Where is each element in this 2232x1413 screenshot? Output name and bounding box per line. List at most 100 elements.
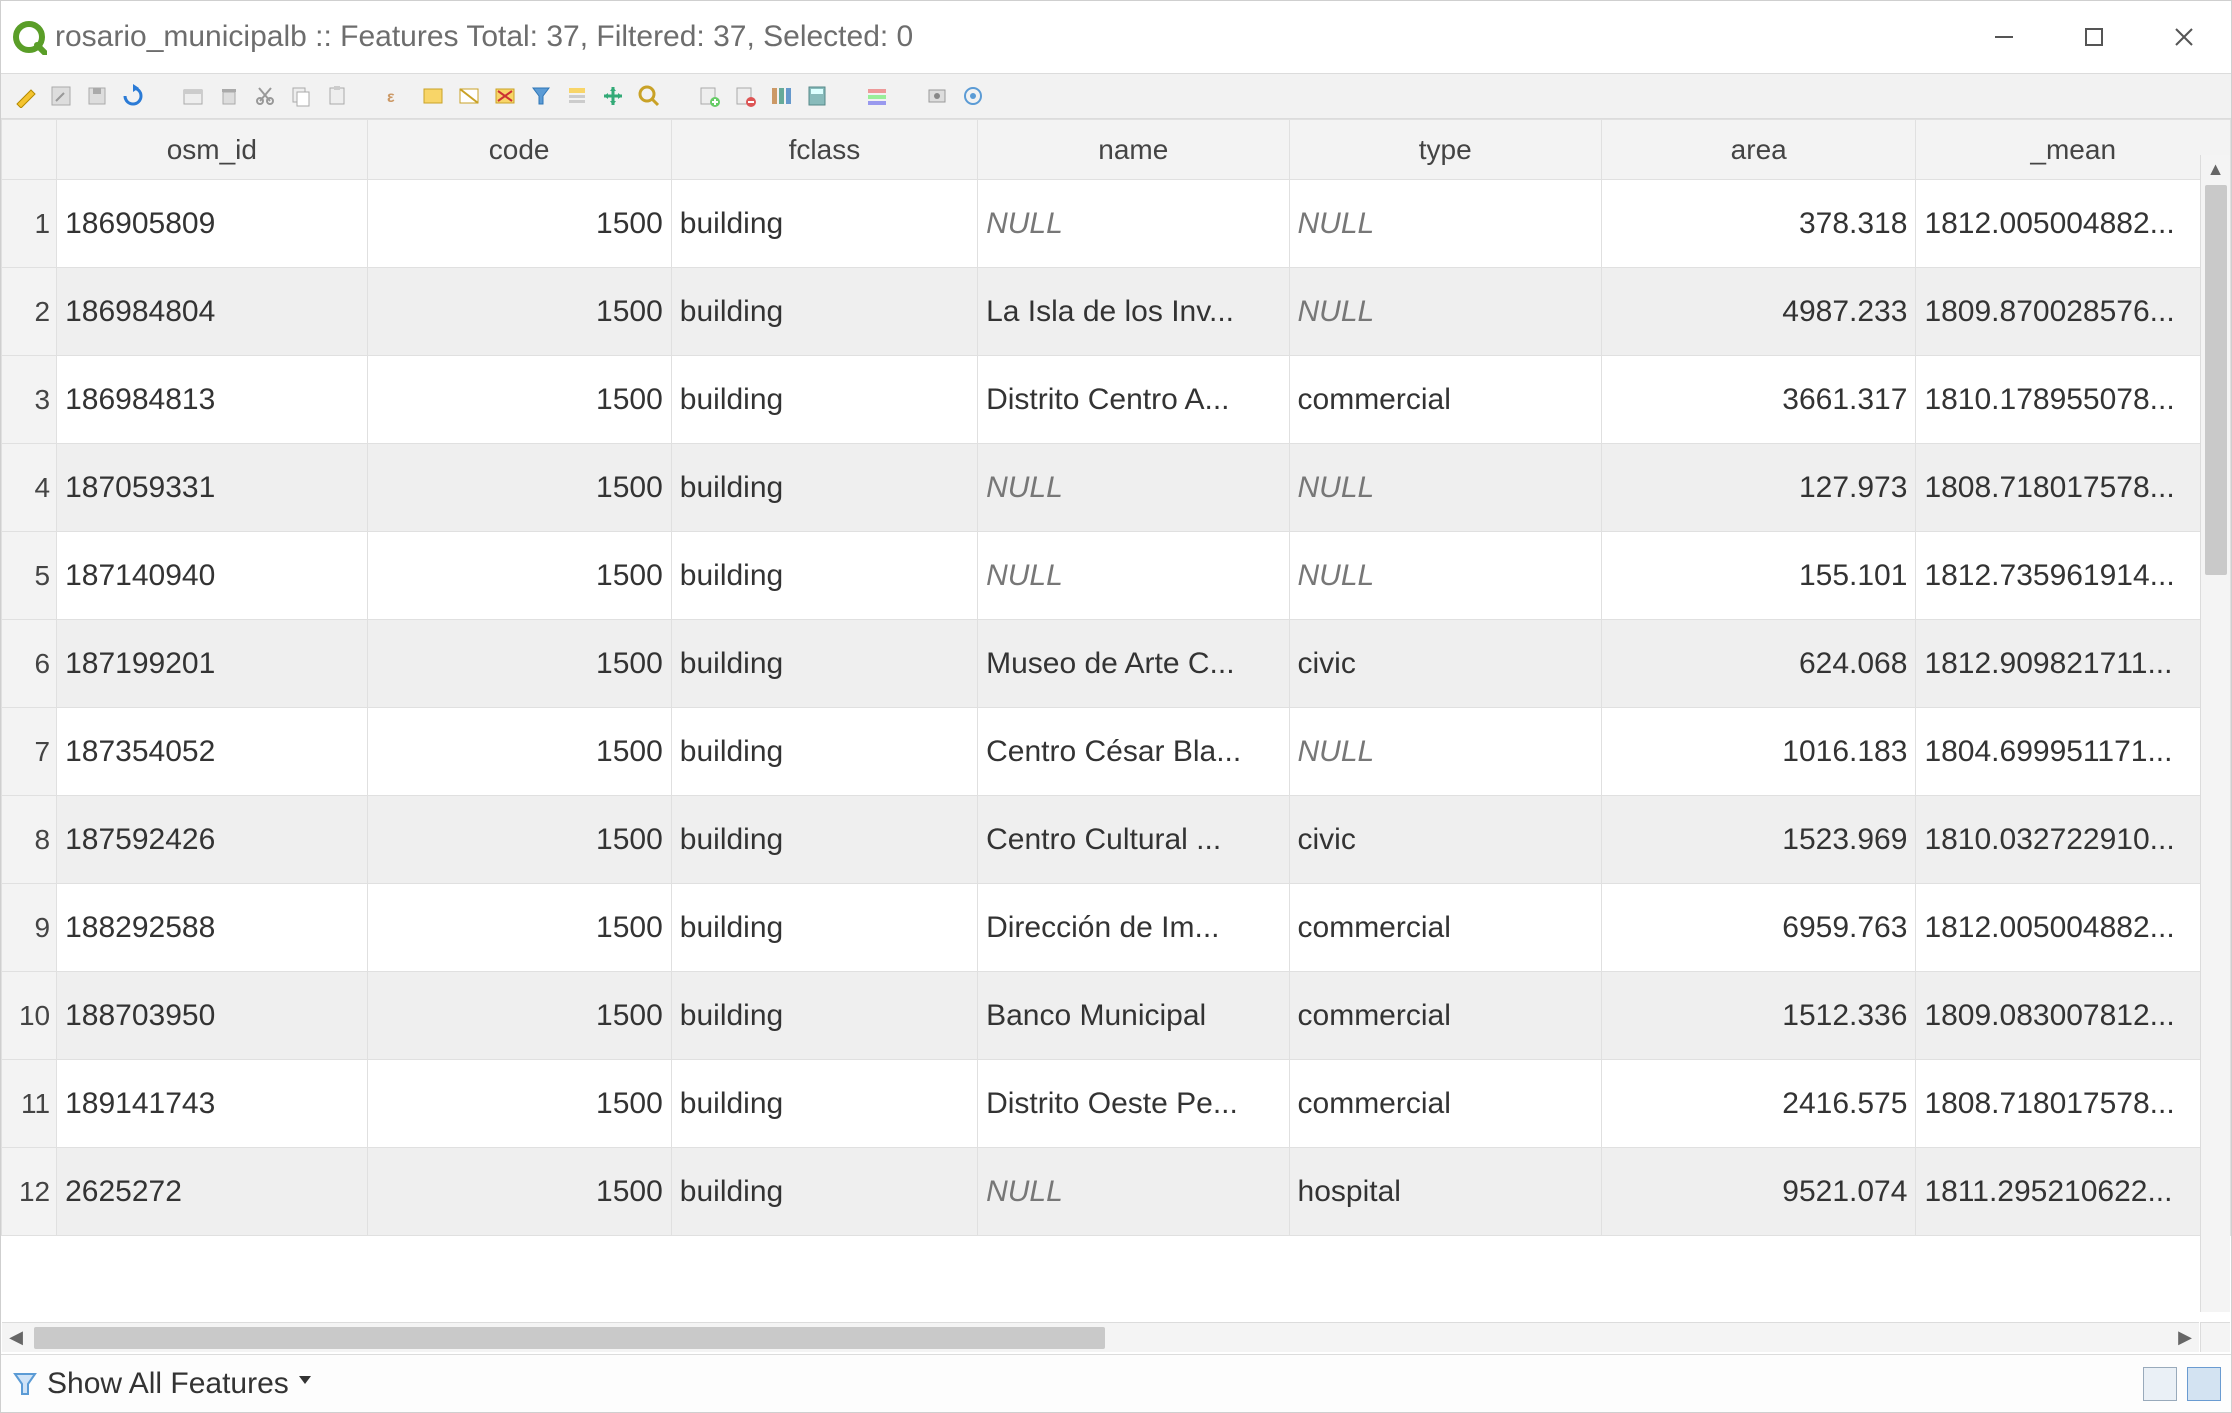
table-row[interactable]: 41870593311500buildingNULLNULL127.973180… xyxy=(2,444,2231,532)
attribute-table[interactable]: osm_id code fclass name type area _mean … xyxy=(1,119,2231,1236)
new-field-icon[interactable] xyxy=(695,82,723,110)
reload-icon[interactable] xyxy=(119,82,147,110)
cell-code[interactable]: 1500 xyxy=(367,1060,671,1148)
cell-type[interactable]: civic xyxy=(1289,796,1601,884)
table-row[interactable]: 31869848131500buildingDistrito Centro A.… xyxy=(2,356,2231,444)
cell-type[interactable]: NULL xyxy=(1289,444,1601,532)
cell-area[interactable]: 378.318 xyxy=(1601,180,1915,268)
table-row[interactable]: 101887039501500buildingBanco Municipalco… xyxy=(2,972,2231,1060)
toggle-editing-icon[interactable] xyxy=(11,82,39,110)
cell-mean[interactable]: 1810.178955078... xyxy=(1916,356,2231,444)
row-header[interactable]: 3 xyxy=(2,356,57,444)
form-view-button[interactable] xyxy=(2143,1367,2177,1401)
cell-mean[interactable]: 1810.032722910... xyxy=(1916,796,2231,884)
cell-area[interactable]: 1523.969 xyxy=(1601,796,1915,884)
cell-osm_id[interactable]: 187140940 xyxy=(57,532,367,620)
cell-name[interactable]: Dirección de Im... xyxy=(978,884,1289,972)
cell-osm_id[interactable]: 189141743 xyxy=(57,1060,367,1148)
cell-code[interactable]: 1500 xyxy=(367,796,671,884)
cell-type[interactable]: commercial xyxy=(1289,884,1601,972)
invert-selection-icon[interactable] xyxy=(455,82,483,110)
copy-icon[interactable] xyxy=(287,82,315,110)
deselect-all-icon[interactable] xyxy=(491,82,519,110)
cell-type[interactable]: commercial xyxy=(1289,356,1601,444)
col-header-type[interactable]: type xyxy=(1289,120,1601,180)
cell-type[interactable]: NULL xyxy=(1289,708,1601,796)
scroll-thumb-horizontal[interactable] xyxy=(34,1327,1105,1349)
cell-mean[interactable]: 1808.718017578... xyxy=(1916,1060,2231,1148)
cell-fclass[interactable]: building xyxy=(671,620,977,708)
cell-mean[interactable]: 1809.870028576... xyxy=(1916,268,2231,356)
cell-name[interactable]: NULL xyxy=(978,1148,1289,1236)
select-all-icon[interactable] xyxy=(419,82,447,110)
table-row[interactable]: 81875924261500buildingCentro Cultural ..… xyxy=(2,796,2231,884)
cell-area[interactable]: 2416.575 xyxy=(1601,1060,1915,1148)
row-header[interactable]: 2 xyxy=(2,268,57,356)
cell-mean[interactable]: 1809.083007812... xyxy=(1916,972,2231,1060)
cell-fclass[interactable]: building xyxy=(671,884,977,972)
cell-fclass[interactable]: building xyxy=(671,268,977,356)
cell-fclass[interactable]: building xyxy=(671,532,977,620)
row-header[interactable]: 1 xyxy=(2,180,57,268)
cell-mean[interactable]: 1808.718017578... xyxy=(1916,444,2231,532)
cell-name[interactable]: NULL xyxy=(978,180,1289,268)
cell-area[interactable]: 155.101 xyxy=(1601,532,1915,620)
cell-fclass[interactable]: building xyxy=(671,1060,977,1148)
dock-icon[interactable] xyxy=(959,82,987,110)
cell-osm_id[interactable]: 186905809 xyxy=(57,180,367,268)
filter-mode-dropdown[interactable]: Show All Features xyxy=(11,1367,311,1401)
table-row[interactable]: 61871992011500buildingMuseo de Arte C...… xyxy=(2,620,2231,708)
row-header[interactable]: 11 xyxy=(2,1060,57,1148)
cell-name[interactable]: NULL xyxy=(978,444,1289,532)
col-header-fclass[interactable]: fclass xyxy=(671,120,977,180)
maximize-button[interactable] xyxy=(2079,22,2109,52)
table-row[interactable]: 111891417431500buildingDistrito Oeste Pe… xyxy=(2,1060,2231,1148)
cell-type[interactable]: NULL xyxy=(1289,532,1601,620)
cell-name[interactable]: Museo de Arte C... xyxy=(978,620,1289,708)
table-row[interactable]: 21869848041500buildingLa Isla de los Inv… xyxy=(2,268,2231,356)
cell-osm_id[interactable]: 188292588 xyxy=(57,884,367,972)
cell-fclass[interactable]: building xyxy=(671,180,977,268)
cell-osm_id[interactable]: 187592426 xyxy=(57,796,367,884)
cell-code[interactable]: 1500 xyxy=(367,268,671,356)
cell-area[interactable]: 9521.074 xyxy=(1601,1148,1915,1236)
cell-name[interactable]: Centro César Bla... xyxy=(978,708,1289,796)
scroll-right-arrow-icon[interactable]: ▶ xyxy=(2171,1323,2199,1352)
table-row[interactable]: 11869058091500buildingNULLNULL378.318181… xyxy=(2,180,2231,268)
cell-osm_id[interactable]: 187199201 xyxy=(57,620,367,708)
cell-name[interactable]: Distrito Oeste Pe... xyxy=(978,1060,1289,1148)
cell-osm_id[interactable]: 186984813 xyxy=(57,356,367,444)
cell-mean[interactable]: 1804.699951171... xyxy=(1916,708,2231,796)
table-view-button[interactable] xyxy=(2187,1367,2221,1401)
row-header[interactable]: 12 xyxy=(2,1148,57,1236)
cut-icon[interactable] xyxy=(251,82,279,110)
filter-selection-icon[interactable] xyxy=(527,82,555,110)
cell-name[interactable]: La Isla de los Inv... xyxy=(978,268,1289,356)
cell-mean[interactable]: 1812.735961914... xyxy=(1916,532,2231,620)
cell-type[interactable]: civic xyxy=(1289,620,1601,708)
pan-to-selected-icon[interactable] xyxy=(599,82,627,110)
cell-osm_id[interactable]: 2625272 xyxy=(57,1148,367,1236)
col-header-osm_id[interactable]: osm_id xyxy=(57,120,367,180)
cell-name[interactable]: Distrito Centro A... xyxy=(978,356,1289,444)
cell-type[interactable]: NULL xyxy=(1289,268,1601,356)
zoom-to-selected-icon[interactable] xyxy=(635,82,663,110)
cell-type[interactable]: commercial xyxy=(1289,1060,1601,1148)
cell-type[interactable]: NULL xyxy=(1289,180,1601,268)
delete-field-icon[interactable] xyxy=(731,82,759,110)
table-row[interactable]: 71873540521500buildingCentro César Bla..… xyxy=(2,708,2231,796)
cell-fclass[interactable]: building xyxy=(671,708,977,796)
organize-columns-icon[interactable] xyxy=(767,82,795,110)
cell-type[interactable]: commercial xyxy=(1289,972,1601,1060)
add-feature-icon[interactable] xyxy=(179,82,207,110)
delete-selected-icon[interactable] xyxy=(215,82,243,110)
cell-area[interactable]: 3661.317 xyxy=(1601,356,1915,444)
col-header-code[interactable]: code xyxy=(367,120,671,180)
cell-mean[interactable]: 1812.005004882... xyxy=(1916,884,2231,972)
table-row[interactable]: 91882925881500buildingDirección de Im...… xyxy=(2,884,2231,972)
scroll-thumb-vertical[interactable] xyxy=(2205,185,2227,575)
cell-code[interactable]: 1500 xyxy=(367,620,671,708)
horizontal-scrollbar[interactable]: ◀ ▶ xyxy=(2,1322,2199,1352)
row-header[interactable]: 7 xyxy=(2,708,57,796)
cell-osm_id[interactable]: 187059331 xyxy=(57,444,367,532)
